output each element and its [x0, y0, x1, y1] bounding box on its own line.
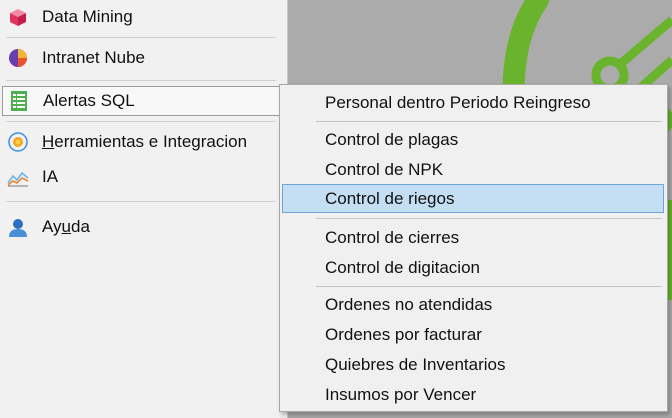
submenu-item-label: Control de cierres — [325, 227, 460, 247]
separator — [6, 201, 276, 202]
submenu-item-label: Control de riegos — [325, 188, 455, 208]
submenu-item-label: Control de NPK — [325, 159, 444, 179]
menu-item-label: Ayuda — [42, 217, 90, 236]
menu-item-label: Intranet Nube — [42, 48, 146, 67]
submenu-item-ordenes-por-facturar[interactable]: Ordenes por facturar — [282, 320, 664, 349]
submenu-item-label: Ordenes por facturar — [325, 324, 482, 344]
alertas-sql-submenu: Personal dentro Periodo Reingreso Contro… — [279, 84, 668, 412]
submenu-item-label: Insumos por Vencer — [325, 384, 477, 404]
submenu-item-label: Control de plagas — [325, 129, 459, 149]
menu-item-label: Herramientas e Integracion — [42, 132, 248, 151]
submenu-item-personal-reingreso[interactable]: Personal dentro Periodo Reingreso — [282, 88, 664, 117]
menu-item-alertas-sql[interactable]: Alertas SQL — [2, 86, 283, 116]
menu-item-ia[interactable]: IA — [2, 162, 283, 192]
line-chart-icon — [6, 165, 30, 189]
menu-item-label: IA — [42, 167, 59, 186]
sun-icon — [6, 130, 30, 154]
submenu-item-quiebres-inventarios[interactable]: Quiebres de Inventarios — [282, 350, 664, 379]
submenu-item-control-riegos[interactable]: Control de riegos — [282, 184, 664, 213]
submenu-item-control-digitacion[interactable]: Control de digitacion — [282, 253, 664, 282]
menu-item-data-mining[interactable]: Data Mining — [2, 2, 283, 32]
screen: Data Mining Intranet Nube Alertas SQL He… — [0, 0, 672, 418]
main-menu: Data Mining Intranet Nube Alertas SQL He… — [0, 0, 288, 418]
pie-chart-icon — [6, 46, 30, 70]
menu-item-label: Alertas SQL — [43, 91, 135, 110]
menu-item-intranet-nube[interactable]: Intranet Nube — [2, 43, 283, 73]
separator — [316, 218, 662, 219]
separator — [316, 286, 662, 287]
submenu-item-label: Control de digitacion — [325, 257, 480, 277]
submenu-item-control-plagas[interactable]: Control de plagas — [282, 125, 664, 154]
submenu-item-control-cierres[interactable]: Control de cierres — [282, 223, 664, 252]
user-icon — [6, 215, 30, 239]
submenu-item-label: Ordenes no atendidas — [325, 294, 493, 314]
separator — [6, 80, 276, 81]
separator — [6, 121, 276, 122]
list-icon — [7, 89, 31, 113]
submenu-item-control-npk[interactable]: Control de NPK — [282, 155, 664, 184]
submenu-item-insumos-vencer[interactable]: Insumos por Vencer — [282, 380, 664, 409]
cube-icon — [6, 5, 30, 29]
menu-item-herramientas[interactable]: Herramientas e Integracion — [2, 127, 283, 157]
submenu-item-label: Personal dentro Periodo Reingreso — [325, 92, 591, 112]
separator — [316, 121, 662, 122]
submenu-item-ordenes-no-atendidas[interactable]: Ordenes no atendidas — [282, 290, 664, 319]
separator — [6, 37, 276, 38]
menu-item-ayuda[interactable]: Ayuda — [2, 212, 283, 242]
menu-item-label: Data Mining — [42, 7, 133, 26]
submenu-item-label: Quiebres de Inventarios — [325, 354, 506, 374]
